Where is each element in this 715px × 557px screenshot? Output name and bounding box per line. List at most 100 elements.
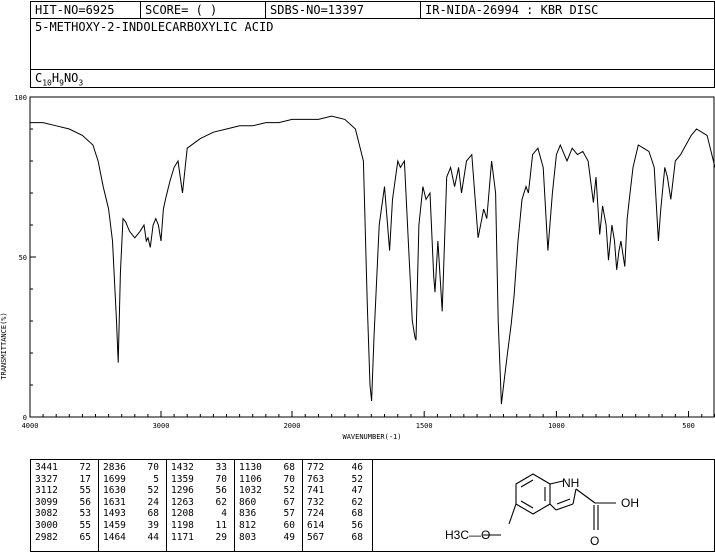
methoxy-label: H3C—O (445, 528, 490, 542)
peak-wavenumber: 1171 (171, 531, 194, 543)
peak-transmittance: 62 (351, 496, 363, 508)
y-axis-label: TRANSMITTANCE(%) (0, 312, 8, 379)
peak-row: 3099 56 (35, 497, 98, 509)
compound-name: 5-METHOXY-2-INDOLECARBOXYLIC ACID (35, 20, 274, 34)
peak-wavenumber: 1493 (103, 508, 126, 520)
peak-wavenumber: 741 (307, 485, 325, 497)
peak-transmittance: 55 (79, 485, 91, 497)
peak-row: 1631 24 (103, 497, 166, 509)
peak-transmittance: 11 (215, 519, 227, 531)
peak-transmittance: 65 (79, 531, 91, 543)
peak-wavenumber: 1198 (171, 519, 194, 531)
peak-transmittance: 62 (215, 496, 227, 508)
peak-row: 1459 39 (103, 520, 166, 532)
spectrum-line (30, 115, 715, 405)
peak-row: 614 56 (307, 520, 372, 532)
peak-row: 803 49 (239, 532, 302, 544)
peak-row: 1296 56 (171, 485, 234, 497)
peak-wavenumber: 1432 (171, 462, 194, 473)
y-tick-label: 100 (14, 94, 27, 102)
peak-row: 1106 70 (239, 474, 302, 486)
peak-transmittance: 29 (215, 531, 227, 543)
peak-row: 741 47 (307, 485, 372, 497)
peak-wavenumber: 812 (239, 519, 257, 531)
peak-wavenumber: 2836 (103, 462, 126, 473)
peak-wavenumber: 836 (239, 508, 257, 520)
peak-transmittance: 55 (79, 519, 91, 531)
peak-transmittance: 33 (215, 462, 227, 473)
y-tick-label: 0 (23, 414, 27, 422)
peak-row: 1208 4 (171, 508, 234, 520)
molecule-structure: NH OH O H3C—O (445, 473, 639, 548)
peak-transmittance: 52 (351, 473, 363, 485)
peak-transmittance: 52 (147, 485, 159, 497)
peak-row: 1130 68 (239, 462, 302, 474)
peak-wavenumber: 614 (307, 519, 325, 531)
peak-row: 1198 11 (171, 520, 234, 532)
peak-wavenumber: 1263 (171, 496, 194, 508)
peak-transmittance: 68 (351, 531, 363, 543)
x-tick-label: 1500 (416, 422, 433, 430)
x-tick-label: 4000 (22, 422, 39, 430)
peak-row: 1171 29 (171, 532, 234, 544)
peak-transmittance: 24 (147, 496, 159, 508)
peak-wavenumber: 803 (239, 531, 257, 543)
peak-table-column: 3441 72 3327 17 3112 55 3099 56 3082 53 3000 55 2982… (31, 460, 99, 551)
plot-frame (29, 96, 715, 418)
peak-wavenumber: 1464 (103, 531, 126, 543)
compound-info-box: 5-METHOXY-2-INDOLECARBOXYLIC ACID C10H9N… (30, 18, 715, 88)
header-bar: HIT-NO=6925 SCORE= ( ) SDBS-NO=13397 IR-… (30, 1, 715, 19)
y-tick-label: 50 (19, 254, 27, 262)
peak-wavenumber: 1106 (239, 473, 262, 485)
peak-row: 3082 53 (35, 508, 98, 520)
peak-transmittance: 52 (283, 485, 295, 497)
peak-wavenumber: 860 (239, 496, 257, 508)
peak-wavenumber: 2982 (35, 531, 58, 543)
peak-wavenumber: 1699 (103, 473, 126, 485)
peak-table-column: 1432 33 1359 70 1296 56 1263 62 1208 4 1198 11 1171 2… (167, 460, 235, 551)
peak-transmittance: 17 (79, 473, 91, 485)
peak-wavenumber: 3082 (35, 508, 58, 520)
x-axis-label: WAVENUMBER(-1) (342, 433, 401, 441)
peak-wavenumber: 3000 (35, 519, 58, 531)
peak-transmittance: 56 (79, 496, 91, 508)
peak-transmittance: 46 (351, 462, 363, 473)
peak-wavenumber: 1630 (103, 485, 126, 497)
peak-wavenumber: 1631 (103, 496, 126, 508)
x-tick-label: 2000 (284, 422, 301, 430)
peak-wavenumber: 3327 (35, 473, 58, 485)
peak-transmittance: 4 (221, 508, 227, 520)
peak-wavenumber: 1130 (239, 462, 262, 473)
peak-transmittance: 72 (79, 462, 91, 473)
structure-panel: NH OH O H3C—O (372, 459, 715, 552)
peak-wavenumber: 1208 (171, 508, 194, 520)
peak-row: 1464 44 (103, 532, 166, 544)
peak-wavenumber: 3099 (35, 496, 58, 508)
hit-number: HIT-NO=6925 (31, 2, 141, 18)
peak-wavenumber: 724 (307, 508, 325, 520)
peak-row: 1359 70 (171, 474, 234, 486)
peak-row: 1630 52 (103, 485, 166, 497)
peak-table-column: 772 46 763 52 741 47 732 62 724 68 614 56 567 68 (303, 460, 372, 551)
formula-divider (31, 69, 714, 70)
peak-transmittance: 5 (153, 473, 159, 485)
molecular-formula: C10H9NO3 (35, 71, 84, 88)
peak-row: 3441 72 (35, 462, 98, 474)
peak-transmittance: 49 (283, 531, 295, 543)
peak-transmittance: 68 (283, 462, 295, 473)
peak-row: 772 46 (307, 462, 372, 474)
peak-transmittance: 68 (147, 508, 159, 520)
peak-transmittance: 44 (147, 531, 159, 543)
ir-identifier: IR-NIDA-26994 : KBR DISC (425, 3, 599, 17)
carbonyl-o-label: O (590, 534, 599, 548)
peak-row: 812 60 (239, 520, 302, 532)
peak-transmittance: 70 (147, 462, 159, 473)
peak-transmittance: 47 (351, 485, 363, 497)
peak-transmittance: 56 (351, 519, 363, 531)
x-tick-label: 3000 (153, 422, 170, 430)
sdbs-number: SDBS-NO=13397 (266, 2, 421, 18)
peak-row: 1699 5 (103, 474, 166, 486)
peak-wavenumber: 3441 (35, 462, 58, 473)
peak-row: 2836 70 (103, 462, 166, 474)
peak-row: 860 67 (239, 497, 302, 509)
